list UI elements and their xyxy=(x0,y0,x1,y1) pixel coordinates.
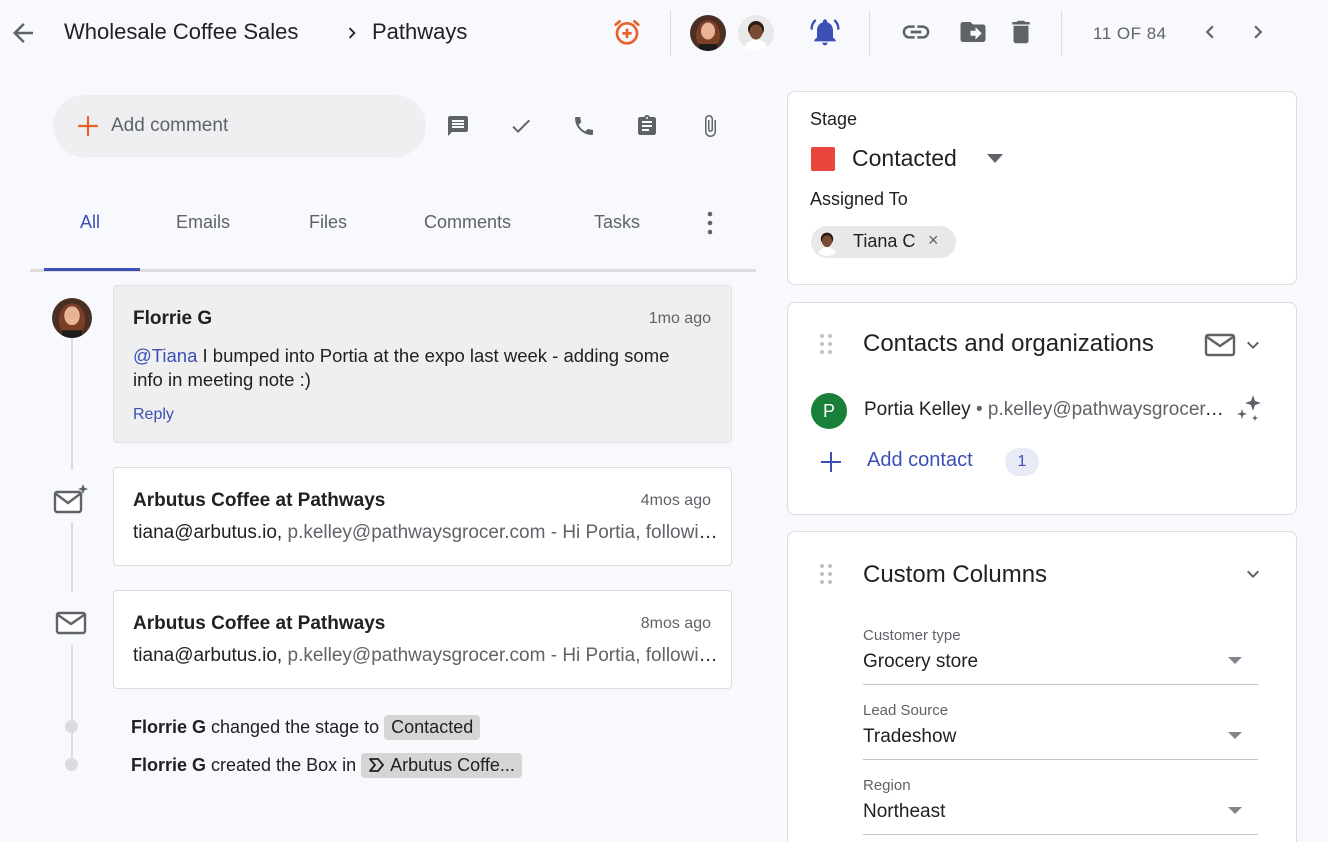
assigned-to-label: Assigned To xyxy=(810,189,908,209)
email-card[interactable]: Arbutus Coffee at Pathways 4mos ago tian… xyxy=(113,467,732,566)
add-comment-placeholder: Add comment xyxy=(111,115,229,136)
dropdown-arrow-icon xyxy=(1228,732,1242,739)
email-card[interactable]: Arbutus Coffee at Pathways 8mos ago tian… xyxy=(113,590,732,689)
drag-handle-icon[interactable] xyxy=(818,332,834,356)
assignee-chip[interactable]: Tiana C × xyxy=(811,226,956,258)
pipeline-icon xyxy=(369,758,385,772)
tab-all[interactable]: All xyxy=(80,212,100,233)
chevron-left-icon[interactable] xyxy=(1194,16,1226,48)
timeline-tabs: All Emails Files Comments Tasks xyxy=(30,196,756,272)
box-created-activity: Florrie G created the Box in Arbutus Cof… xyxy=(131,753,522,778)
meeting-note-icon[interactable] xyxy=(631,110,663,142)
lead-source-select[interactable]: Lead Source Tradeshow xyxy=(863,702,1258,760)
comment-body: @Tiana I bumped into Portia at the expo … xyxy=(133,345,670,390)
sparkle-icon[interactable] xyxy=(1233,393,1265,425)
timeline-dot xyxy=(65,758,78,771)
divider xyxy=(1061,10,1062,56)
attachment-icon[interactable] xyxy=(694,110,726,142)
toolbar-header: Wholesale Coffee Sales Pathways 11 OF 84 xyxy=(0,0,1328,66)
contact-avatar: P xyxy=(811,393,847,429)
assignee-avatar xyxy=(813,228,841,256)
phone-icon[interactable] xyxy=(568,110,600,142)
follower-avatar-tiana[interactable] xyxy=(738,15,774,51)
tab-files[interactable]: Files xyxy=(309,212,347,233)
email-sparkle-icon xyxy=(52,482,90,520)
reply-link[interactable]: Reply xyxy=(133,406,174,424)
email-subject: Arbutus Coffee at Pathways xyxy=(133,613,386,634)
field-label: Customer type xyxy=(863,627,961,644)
comment-card[interactable]: Florrie G 1mo ago @Tiana I bumped into P… xyxy=(113,285,732,443)
box-position-counter: 11 OF 84 xyxy=(1093,24,1167,43)
notification-bell-icon[interactable] xyxy=(809,16,841,48)
contact-row[interactable]: Portia Kelley • p.kelley@pathwaysgrocer.… xyxy=(864,399,1224,421)
active-tab-indicator xyxy=(44,268,140,271)
field-value: Tradeshow xyxy=(863,726,957,747)
email-subject: Arbutus Coffee at Pathways xyxy=(133,490,386,511)
comment-time: 1mo ago xyxy=(648,310,711,327)
email-preview: tiana@arbutus.io, p.kelley@pathwaysgroce… xyxy=(133,522,718,543)
chevron-right-icon[interactable] xyxy=(1242,16,1274,48)
email-time: 8mos ago xyxy=(640,615,711,632)
divider xyxy=(670,10,671,56)
contact-count-badge: 1 xyxy=(1005,448,1039,476)
timeline-connector xyxy=(71,522,73,592)
comment-icon[interactable] xyxy=(442,110,474,142)
breadcrumb-pipeline[interactable]: Wholesale Coffee Sales xyxy=(64,19,298,45)
dropdown-arrow-icon[interactable] xyxy=(987,154,1003,163)
field-label: Region xyxy=(863,777,911,794)
check-task-icon[interactable] xyxy=(505,110,537,142)
stage-chip: Contacted xyxy=(384,715,481,740)
alarm-add-icon[interactable] xyxy=(611,16,643,48)
field-value: Grocery store xyxy=(863,651,979,672)
add-comment-input[interactable]: Add comment xyxy=(53,95,426,157)
divider xyxy=(869,10,870,56)
back-arrow-icon[interactable] xyxy=(8,18,38,48)
chevron-right-icon xyxy=(341,22,363,44)
plus-icon xyxy=(75,113,101,139)
follower-avatar-florrie[interactable] xyxy=(690,15,726,51)
remove-assignee-icon[interactable]: × xyxy=(928,230,939,251)
tab-emails[interactable]: Emails xyxy=(176,212,230,233)
plus-icon[interactable] xyxy=(819,450,843,474)
custom-columns-panel: Custom Columns Customer type Grocery sto… xyxy=(787,531,1297,842)
more-vert-icon[interactable] xyxy=(698,208,722,238)
tab-comments[interactable]: Comments xyxy=(424,212,511,233)
customer-type-select[interactable]: Customer type Grocery store xyxy=(863,627,1258,685)
stage-dropdown[interactable]: Contacted xyxy=(852,145,957,172)
email-icon[interactable] xyxy=(1204,331,1238,359)
stage-label: Stage xyxy=(810,109,858,129)
region-select[interactable]: Region Northeast xyxy=(863,777,1258,835)
add-contact-button[interactable]: Add contact xyxy=(867,449,973,472)
pipeline-chip[interactable]: Arbutus Coffe... xyxy=(361,753,522,778)
email-preview: tiana@arbutus.io, p.kelley@pathwaysgroce… xyxy=(133,645,718,666)
timeline-connector xyxy=(71,338,73,470)
comment-author: Florrie G xyxy=(133,308,213,329)
dropdown-arrow-icon xyxy=(1228,807,1242,814)
stage-change-activity: Florrie G changed the stage to Contacted xyxy=(131,715,481,740)
stage-color-swatch xyxy=(811,147,835,171)
assignee-name: Tiana C xyxy=(853,231,916,251)
dropdown-arrow-icon xyxy=(1228,657,1242,664)
custom-columns-title: Custom Columns xyxy=(863,561,1048,588)
field-label: Lead Source xyxy=(863,702,949,719)
timeline-connector xyxy=(71,645,73,765)
field-value: Northeast xyxy=(863,801,946,822)
move-folder-icon[interactable] xyxy=(957,16,989,48)
stage-panel: Stage Contacted Assigned To Tiana C × xyxy=(787,91,1297,285)
breadcrumb-box-title: Pathways xyxy=(372,19,468,44)
timeline-dot xyxy=(65,720,78,733)
drag-handle-icon[interactable] xyxy=(818,562,834,586)
chevron-down-icon[interactable] xyxy=(1241,562,1265,586)
user-mention[interactable]: @Tiana xyxy=(133,345,197,366)
comment-author-avatar xyxy=(52,298,92,338)
trash-icon[interactable] xyxy=(1005,16,1037,48)
contacts-panel: Contacts and organizations P Portia Kell… xyxy=(787,302,1297,515)
email-time: 4mos ago xyxy=(640,492,711,509)
contacts-panel-title: Contacts and organizations xyxy=(863,330,1154,357)
email-icon xyxy=(52,604,90,642)
chevron-down-icon[interactable] xyxy=(1241,333,1265,357)
link-icon[interactable] xyxy=(900,16,932,48)
tab-tasks[interactable]: Tasks xyxy=(594,212,640,233)
